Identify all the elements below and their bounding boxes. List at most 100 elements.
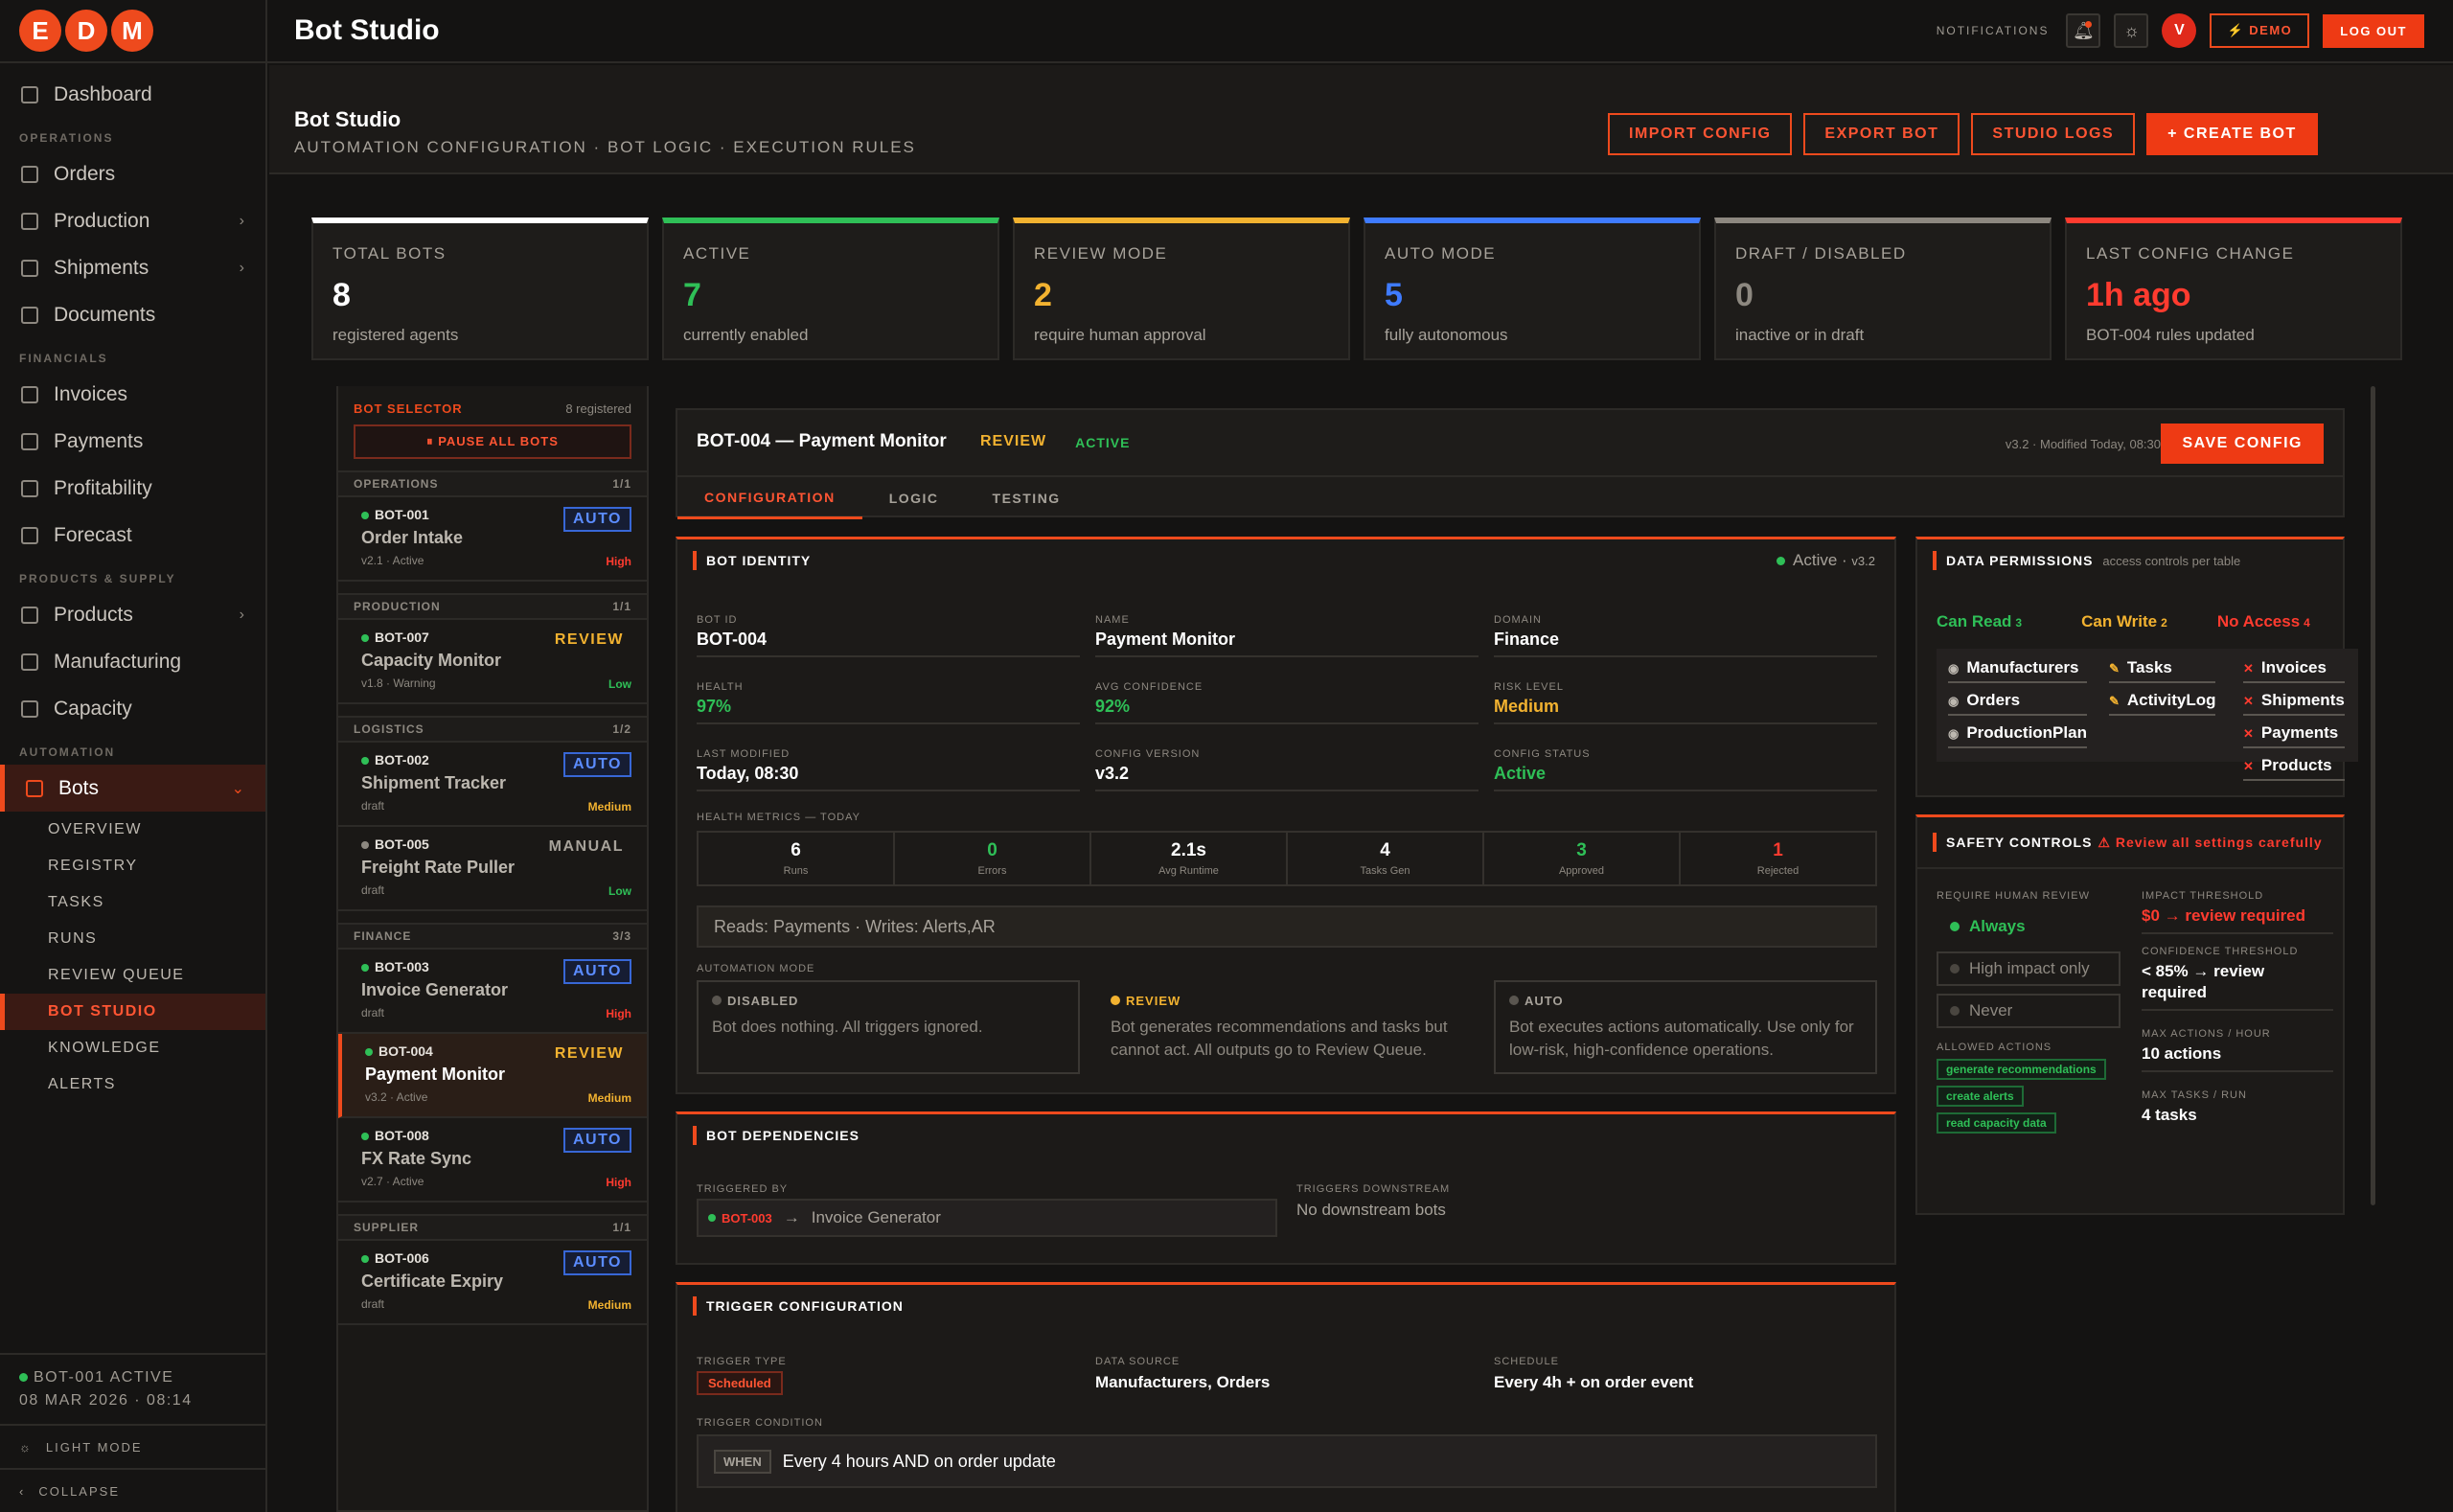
mode-option-review[interactable]: REVIEW Bot generates recommendations and … <box>1095 980 1479 1074</box>
bot-list-item[interactable]: BOT-008 FX Rate Sync v2.7 · Active AUTO High <box>338 1118 647 1203</box>
sidebar-subitem-registry[interactable]: REGISTRY <box>0 848 265 884</box>
sidebar-item-documents[interactable]: Documents <box>0 291 265 338</box>
review-high-impact-option[interactable]: High impact only <box>1937 951 2121 986</box>
bot-mode-badge: AUTO <box>562 1250 631 1275</box>
max-tasks-per-run[interactable]: 4 tasks <box>2142 1105 2333 1126</box>
review-never-option[interactable]: Never <box>1937 994 2121 1028</box>
sidebar-item-payments[interactable]: Payments <box>0 418 265 465</box>
bot-list-item[interactable]: BOT-006 Certificate Expiry draft AUTO Medium <box>338 1241 647 1325</box>
sidebar-item-invoices[interactable]: Invoices <box>0 371 265 418</box>
sidebar-subitem-overview[interactable]: OVERVIEW <box>0 812 265 848</box>
logo[interactable]: E D M <box>0 0 265 63</box>
bot-list-item[interactable]: BOT-003 Invoice Generator draft AUTO High <box>338 950 647 1034</box>
create-bot-button[interactable]: + CREATE BOT <box>2146 113 2318 155</box>
field-label: TRIGGER CONDITION <box>697 1417 823 1429</box>
close-icon: ✕ <box>2243 726 2254 741</box>
studio-logs-button[interactable]: STUDIO LOGS <box>1971 113 2136 155</box>
field-value[interactable]: Payment Monitor <box>1095 630 1479 657</box>
bot-dependencies-card: BOT DEPENDENCIES TRIGGERED BY BOT-003 → In… <box>676 1111 1896 1265</box>
sidebar-subitem-alerts[interactable]: ALERTS <box>0 1066 265 1103</box>
tab-testing[interactable]: TESTING <box>966 477 1088 519</box>
trigger-condition-input[interactable]: WHEN Every 4 hours AND on order update <box>697 1434 1877 1488</box>
sidebar-subitem-runs[interactable]: RUNS <box>0 921 265 957</box>
sidebar-subitem-knowledge[interactable]: KNOWLEDGE <box>0 1030 265 1066</box>
kpi-value: 0 <box>1735 277 1754 313</box>
save-config-button[interactable]: SAVE CONFIG <box>2161 424 2324 464</box>
collapse-button[interactable]: ‹ COLLAPSE <box>0 1468 265 1512</box>
trigger-condition-text: Every 4 hours AND on order update <box>782 1451 1056 1471</box>
kpi-description: inactive or in draft <box>1735 326 1865 344</box>
export-bot-button[interactable]: EXPORT BOT <box>1803 113 1960 155</box>
sidebar-item-forecast[interactable]: Forecast <box>0 512 265 559</box>
review-always-option[interactable]: Always <box>1937 909 2121 944</box>
permission-item[interactable]: ✎ Tasks <box>2109 656 2216 683</box>
tab-logic[interactable]: LOGIC <box>862 477 966 519</box>
group-name: SUPPLIER <box>354 1221 420 1234</box>
permission-table-name: Payments <box>2260 723 2339 742</box>
permission-item[interactable]: ✕ Products <box>2243 754 2345 781</box>
avatar[interactable]: V <box>2162 13 2197 48</box>
trigger-type-badge[interactable]: Scheduled <box>697 1371 783 1395</box>
field-value[interactable]: v3.2 <box>1095 764 1479 791</box>
sidebar-subitem-review-queue[interactable]: REVIEW QUEUE <box>0 957 265 994</box>
logout-button[interactable]: LOG OUT <box>2323 13 2424 48</box>
sidebar-item-production[interactable]: Production › <box>0 197 265 244</box>
page-header: Bot Studio AUTOMATION CONFIGURATION · BO… <box>269 65 2453 174</box>
import-config-button[interactable]: IMPORT CONFIG <box>1608 113 1793 155</box>
notifications-button[interactable]: 🔔︎ <box>2066 13 2101 48</box>
bot-list-item[interactable]: BOT-004 Payment Monitor v3.2 · Active REVIE… <box>338 1034 647 1118</box>
sidebar-subitem-bot-studio[interactable]: BOT STUDIO <box>0 994 265 1030</box>
mode-title-text: AUTO <box>1525 994 1564 1008</box>
allowed-action-tag[interactable]: generate recommendations <box>1937 1059 2106 1080</box>
sidebar-item-shipments[interactable]: Shipments › <box>0 244 265 291</box>
field-value[interactable]: Medium <box>1494 697 1877 724</box>
triggered-by-chip[interactable]: BOT-003 → Invoice Generator <box>697 1199 1277 1237</box>
sidebar-item-capacity[interactable]: Capacity <box>0 685 265 732</box>
permission-item[interactable]: ✕ Payments <box>2243 722 2345 748</box>
impact-threshold[interactable]: $0 → review required <box>2142 905 2333 934</box>
field-label: HEALTH <box>697 681 744 693</box>
light-mode-toggle[interactable]: ☼ LIGHT MODE <box>0 1424 265 1468</box>
sidebar-item-profitability[interactable]: Profitability <box>0 465 265 512</box>
main-scrollbar[interactable] <box>2371 386 2375 1205</box>
chevron-right-icon: › <box>239 259 244 276</box>
confidence-threshold[interactable]: < 85% → review required <box>2142 961 2333 1011</box>
permission-item[interactable]: ✕ Shipments <box>2243 689 2345 716</box>
permission-item[interactable]: ✎ ActivityLog <box>2109 689 2216 716</box>
field-value[interactable]: Today, 08:30 <box>697 764 1080 791</box>
demo-button[interactable]: ⚡ DEMO <box>2210 13 2310 48</box>
theme-button[interactable]: ☼ <box>2114 13 2149 48</box>
sidebar-item-manufacturing[interactable]: Manufacturing <box>0 638 265 685</box>
max-actions-per-hour[interactable]: 10 actions <box>2142 1043 2333 1072</box>
permission-item[interactable]: ✕ Invoices <box>2243 656 2345 683</box>
permission-item[interactable]: ◉ ProductionPlan <box>1948 722 2087 748</box>
sidebar-item-bots[interactable]: Bots ⌄ <box>0 765 265 812</box>
bot-editor: BOT-004 — Payment Monitor REVIEW ACTIVE … <box>676 408 2358 1512</box>
permission-table-name: Shipments <box>2260 691 2345 709</box>
bot-list-item[interactable]: BOT-002 Shipment Tracker draft AUTO Medium <box>338 743 647 827</box>
field-value[interactable]: Finance <box>1494 630 1877 657</box>
permission-item[interactable]: ◉ Manufacturers <box>1948 656 2087 683</box>
field-value[interactable]: Active <box>1494 764 1877 791</box>
mode-option-auto[interactable]: AUTO Bot executes actions automatically. … <box>1494 980 1877 1074</box>
sidebar-item-orders[interactable]: Orders <box>0 150 265 197</box>
bot-list-item[interactable]: BOT-007 Capacity Monitor v1.8 · Warning REV… <box>338 620 647 704</box>
field-value[interactable]: BOT-004 <box>697 630 1080 657</box>
allowed-action-tag[interactable]: read capacity data <box>1937 1112 2056 1134</box>
field-value[interactable]: 92% <box>1095 697 1479 724</box>
sidebar-item-dashboard[interactable]: Dashboard <box>0 71 265 118</box>
tab-configuration[interactable]: CONFIGURATION <box>677 477 862 519</box>
pause-all-bots-button[interactable]: ⏸ PAUSE ALL BOTS <box>354 424 631 459</box>
kpi-card: LAST CONFIG CHANGE 1h ago BOT-004 rules up… <box>2065 218 2402 360</box>
bot-list-item[interactable]: BOT-005 Freight Rate Puller draft MANUAL Low <box>338 827 647 911</box>
permission-item[interactable]: ◉ Orders <box>1948 689 2087 716</box>
sidebar-item-products[interactable]: Products › <box>0 591 265 638</box>
field-value[interactable]: 97% <box>697 697 1080 724</box>
sun-icon: ☼ <box>2123 20 2140 40</box>
mode-option-disabled[interactable]: DISABLED Bot does nothing. All triggers i… <box>697 980 1080 1074</box>
safety-controls-card: SAFETY CONTROLS ⚠ Review all settings car… <box>1915 814 2345 1215</box>
allowed-action-tag[interactable]: create alerts <box>1937 1086 2024 1107</box>
sidebar-subitem-tasks[interactable]: TASKS <box>0 884 265 921</box>
bot-list-item[interactable]: BOT-001 Order Intake v2.1 · Active AUTO High <box>338 497 647 582</box>
document-icon <box>21 306 38 324</box>
